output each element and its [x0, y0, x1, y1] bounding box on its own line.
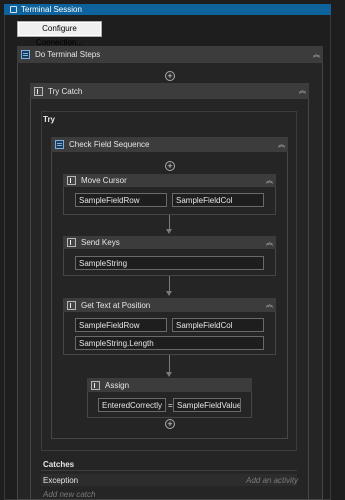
move-cursor-row-field[interactable]: SampleFieldRow — [75, 193, 167, 207]
sequence-icon — [55, 140, 64, 149]
assign-to-field[interactable]: EnteredCorrectly — [98, 398, 166, 412]
sequence-icon — [21, 50, 30, 59]
configure-connection-button[interactable]: Configure Connection... — [17, 21, 102, 47]
get-text-length-field[interactable]: SampleString.Length — [75, 336, 264, 350]
add-activity-plus-icon[interactable]: + — [165, 419, 175, 429]
catches-label: Catches — [43, 460, 75, 469]
collapse-icon[interactable]: ︽ — [313, 51, 320, 58]
cursor-icon — [67, 176, 76, 185]
do-terminal-steps-header[interactable]: Do Terminal Steps ︽ — [17, 46, 323, 63]
get-text-col-field[interactable]: SampleFieldCol — [172, 318, 264, 332]
move-cursor-title: Move Cursor — [81, 176, 127, 185]
do-terminal-steps-title: Do Terminal Steps — [35, 50, 101, 59]
add-new-catch-link[interactable]: Add new catch — [43, 490, 95, 499]
connector-arrow-icon — [166, 372, 172, 377]
check-field-sequence-title: Check Field Sequence — [69, 140, 150, 149]
assign-operator: = — [168, 401, 173, 410]
get-text-at-position-header[interactable]: Get Text at Position ︽ — [63, 298, 276, 312]
move-cursor-header[interactable]: Move Cursor ︽ — [63, 174, 276, 187]
exception-label: Exception — [43, 476, 79, 485]
assign-title: Assign — [105, 380, 130, 390]
check-field-sequence-header[interactable]: Check Field Sequence ︽ — [51, 137, 288, 152]
try-catch-header[interactable]: Try Catch ︽ — [30, 83, 309, 99]
terminal-session-header[interactable]: Terminal Session — [4, 4, 331, 15]
terminal-session-title: Terminal Session — [21, 5, 82, 14]
assign-value-field[interactable]: SampleFieldValue — [173, 398, 241, 412]
get-text-at-position-title: Get Text at Position — [81, 300, 151, 310]
try-catch-title: Try Catch — [48, 86, 83, 96]
send-keys-text-field[interactable]: SampleString — [75, 256, 264, 270]
add-activity-placeholder[interactable]: Add an activity — [246, 476, 298, 485]
add-activity-plus-icon[interactable]: + — [165, 161, 175, 171]
collapse-icon[interactable]: ︽ — [266, 177, 273, 184]
collapse-icon[interactable]: ︽ — [266, 239, 273, 246]
get-text-row-field[interactable]: SampleFieldRow — [75, 318, 167, 332]
assign-header[interactable]: Assign — [87, 378, 252, 392]
connector-arrow-icon — [166, 229, 172, 234]
move-cursor-col-field[interactable]: SampleFieldCol — [172, 193, 264, 207]
connector-arrow-icon — [166, 291, 172, 296]
try-catch-icon — [34, 86, 43, 96]
add-activity-plus-icon[interactable]: + — [165, 71, 175, 81]
collapse-icon[interactable]: ︽ — [266, 302, 273, 309]
collapse-icon[interactable]: ︽ — [299, 88, 306, 95]
get-text-icon — [67, 300, 76, 310]
collapse-icon[interactable]: ︽ — [278, 141, 285, 148]
send-keys-title: Send Keys — [81, 238, 120, 247]
terminal-icon — [10, 6, 17, 13]
assign-icon — [91, 380, 100, 390]
keyboard-icon — [67, 238, 76, 247]
send-keys-header[interactable]: Send Keys ︽ — [63, 236, 276, 249]
